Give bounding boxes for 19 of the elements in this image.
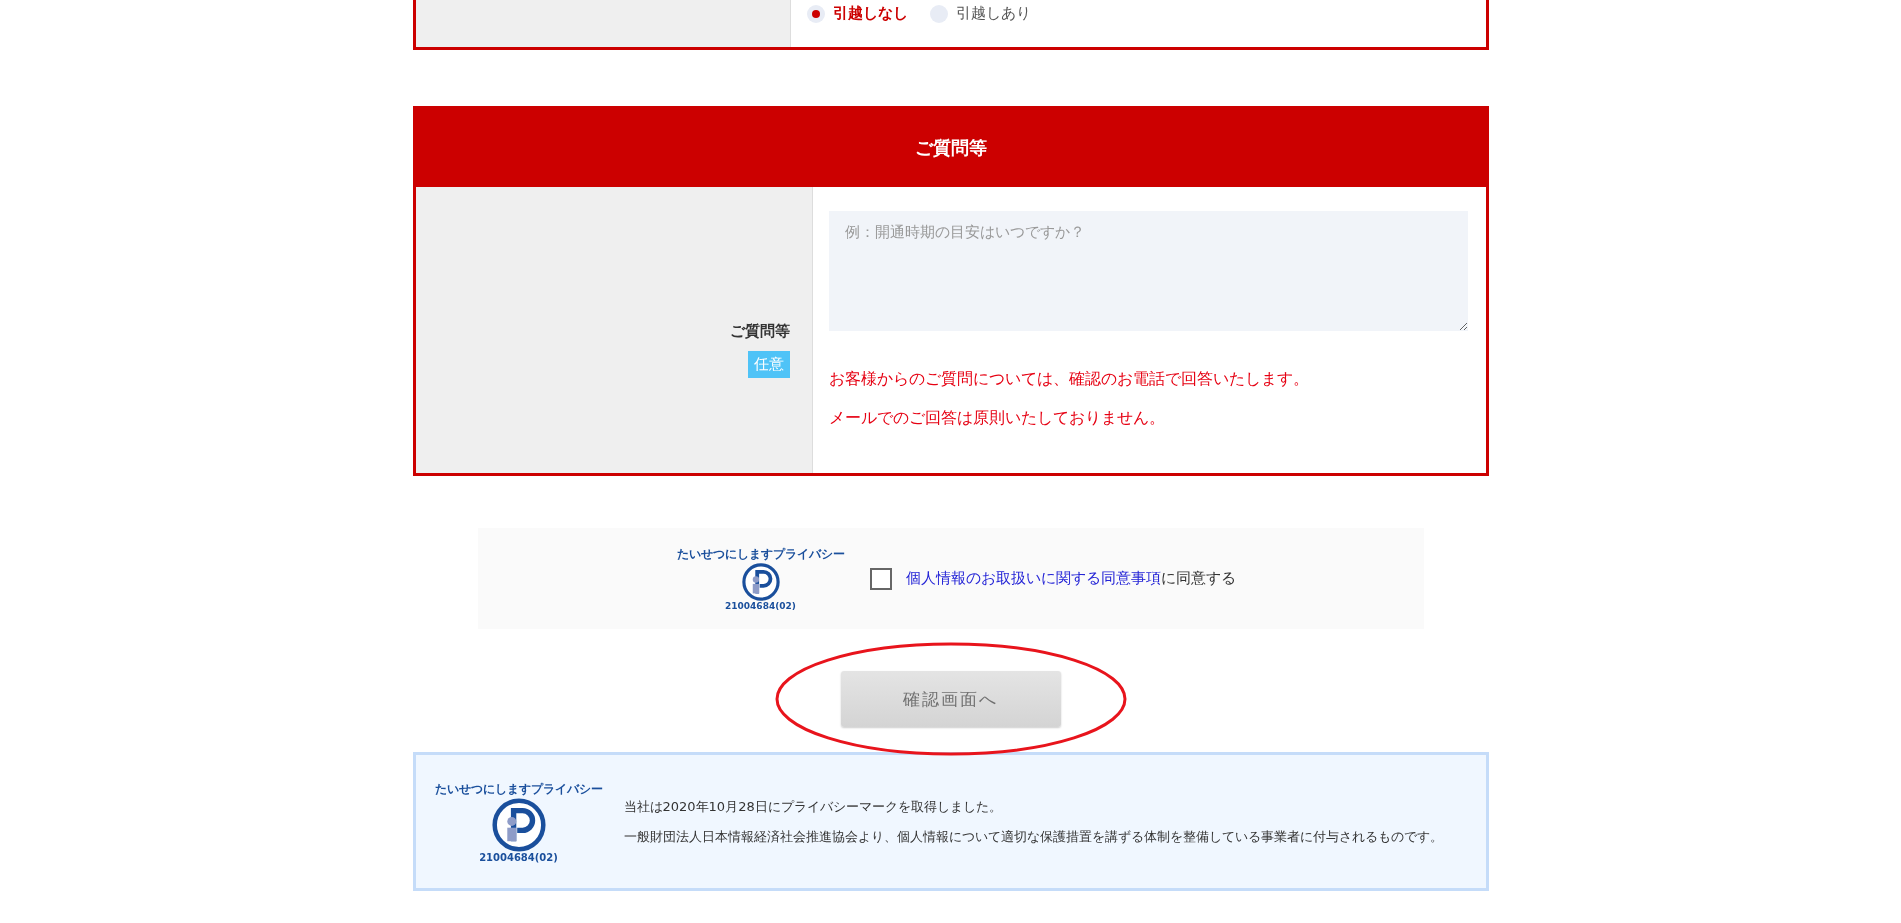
logo-number: 21004684(02) <box>725 601 796 611</box>
radio-option[interactable]: 引越しあり <box>929 4 1031 23</box>
privacy-text: 当社は2020年10月28日にプライバシーマークを取得しました。 <box>623 797 1003 816</box>
privacy-text: 一般財団法人日本情報経済社会推進協会より、個人情報について適切な保護措置を講ずる体制を整備している事業者に付与されるものです。 <box>623 827 1443 846</box>
logo-number: 21004684(02) <box>479 851 558 863</box>
field-label: ご質問等 <box>729 322 790 341</box>
radio-option[interactable]: 引越しなし <box>806 4 908 23</box>
section-header: ご質問等 <box>415 109 1486 187</box>
notice-text: メールでのご回答は原則いたしておりません。 <box>828 408 1166 429</box>
consent-text: 個人情報のお取扱いに関する同意事項に同意する <box>905 569 1236 588</box>
logo-tagline: たいせつにしますプライバシー <box>434 780 603 798</box>
optional-badge: 任意 <box>747 351 790 378</box>
notice-text: お客様からのご質問については、確認のお電話で回答いたします。 <box>828 369 1310 390</box>
logo-tagline: たいせつにしますプライバシー <box>676 546 845 563</box>
privacy-mark-icon <box>741 563 780 601</box>
privacy-mark-icon <box>491 797 546 852</box>
consent-checkbox[interactable] <box>869 567 892 590</box>
consent-link[interactable]: 個人情報のお取扱いに関する同意事項 <box>905 569 1161 587</box>
question-textarea[interactable]: 例：開通時期の目安はいつですか？ <box>828 211 1468 331</box>
